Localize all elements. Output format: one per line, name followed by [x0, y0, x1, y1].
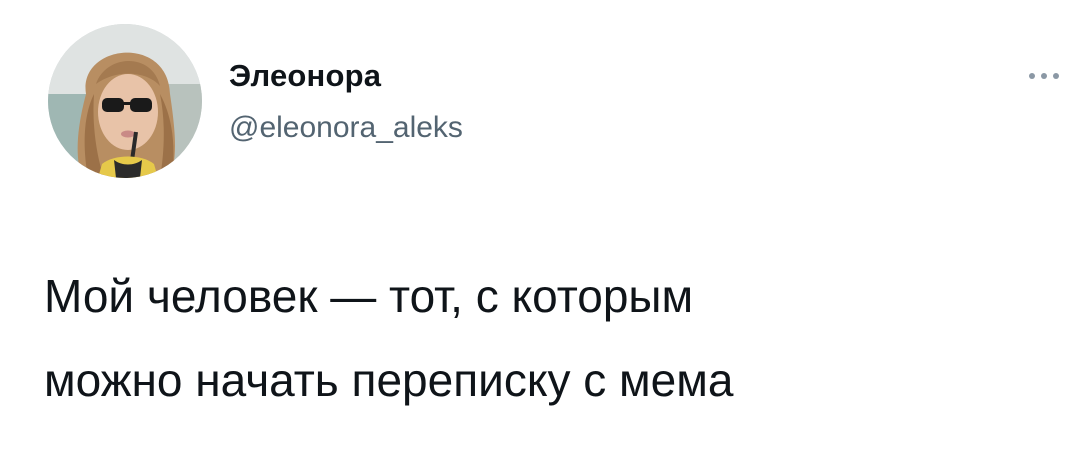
tweet-card: Элеонора @eleonora_aleks Мой человек — т…: [0, 0, 1070, 467]
avatar[interactable]: [48, 24, 202, 178]
avatar-photo: [48, 24, 202, 178]
more-horizontal-icon[interactable]: [1024, 66, 1064, 86]
author-handle[interactable]: @eleonora_aleks: [229, 111, 463, 145]
author-display-name[interactable]: Элеонора: [229, 58, 381, 94]
tweet-text: Мой человек — тот, с которым можно начат…: [44, 270, 734, 406]
